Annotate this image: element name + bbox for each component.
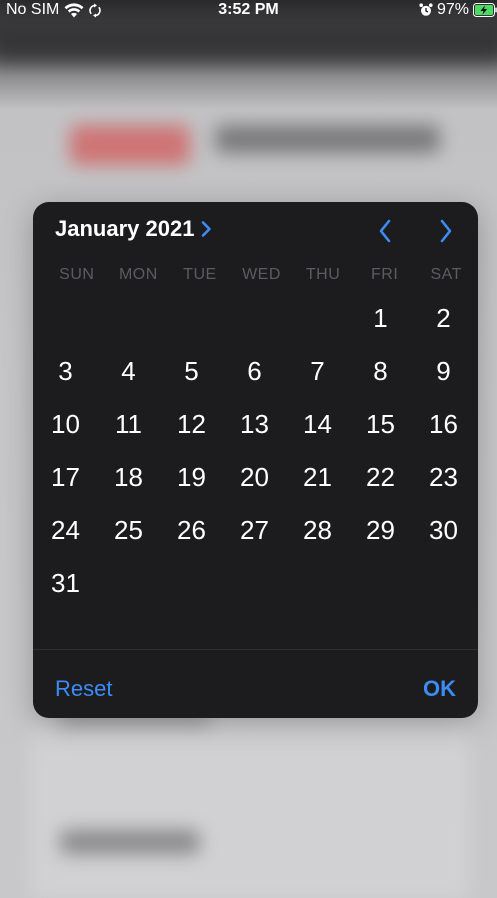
blurred-logo [70,125,190,165]
status-bar: No SIM 3:52 PM 97% [0,0,497,22]
day-cell[interactable]: 10 [34,398,97,451]
day-cell[interactable]: 24 [34,504,97,557]
day-cell[interactable]: 5 [160,345,223,398]
battery-charging-icon [473,3,497,17]
day-cell[interactable]: 30 [412,504,475,557]
day-cell[interactable]: 28 [286,504,349,557]
date-picker-dialog: January 2021 SUN MON TUE WED THU FRI SAT 12345… [33,202,478,718]
day-cell[interactable]: 3 [34,345,97,398]
blurred-heading [215,125,440,153]
month-year-label: January 2021 [55,216,195,241]
status-right: 97% [419,1,497,19]
weekday-header-row: SUN MON TUE WED THU FRI SAT [46,266,477,284]
day-cell[interactable]: 21 [286,451,349,504]
day-cell[interactable]: 7 [286,345,349,398]
day-cell[interactable]: 1 [349,292,412,345]
day-cell[interactable]: 12 [160,398,223,451]
chevron-right-icon [200,220,212,238]
day-grid: 1 2 3 4 5 6 7 8 9 10 11 12 13 14 15 16 17 18 19 20 21 22 23 24 2… [34,292,475,610]
weekday-label: SUN [59,266,95,283]
screen: No SIM 3:52 PM 97% January 2021 SUN MON … [0,0,497,898]
chevron-left-icon [379,219,391,243]
day-cell[interactable]: 11 [97,398,160,451]
weekday-label: MON [118,266,158,283]
chevron-right-icon [440,219,452,243]
previous-month-button[interactable] [371,216,399,246]
day-cell[interactable]: 29 [349,504,412,557]
empty-day-cell [34,292,97,345]
day-cell[interactable]: 20 [223,451,286,504]
footer-divider [33,649,478,650]
reset-button[interactable]: Reset [55,676,112,702]
weekday-label: THU [305,266,341,283]
battery-percent: 97% [436,1,469,18]
empty-day-cell [223,292,286,345]
day-cell[interactable]: 8 [349,345,412,398]
day-cell[interactable]: 6 [223,345,286,398]
day-cell[interactable]: 19 [160,451,223,504]
weekday-label: TUE [183,266,217,283]
weekday-label: WED [242,266,281,283]
blurred-footer-text [60,830,200,854]
alarm-icon [419,3,433,17]
day-cell[interactable]: 16 [412,398,475,451]
day-cell[interactable]: 22 [349,451,412,504]
day-cell[interactable]: 9 [412,345,475,398]
blurred-nav-bar [0,22,497,62]
day-cell[interactable]: 15 [349,398,412,451]
empty-day-cell [160,292,223,345]
empty-day-cell [97,292,160,345]
day-cell[interactable]: 26 [160,504,223,557]
month-year-selector[interactable]: January 2021 [55,216,212,242]
day-cell[interactable]: 13 [223,398,286,451]
weekday-label: FRI [370,266,399,283]
weekday-label: SAT [430,266,462,283]
next-month-button[interactable] [432,216,460,246]
blurred-content-card [30,720,470,898]
day-cell[interactable]: 2 [412,292,475,345]
day-cell[interactable]: 17 [34,451,97,504]
day-cell[interactable]: 27 [223,504,286,557]
day-cell[interactable]: 14 [286,398,349,451]
day-cell[interactable]: 25 [97,504,160,557]
day-cell[interactable]: 31 [34,557,97,610]
empty-day-cell [286,292,349,345]
day-cell[interactable]: 18 [97,451,160,504]
day-cell[interactable]: 4 [97,345,160,398]
day-cell[interactable]: 23 [412,451,475,504]
ok-button[interactable]: OK [423,676,456,702]
